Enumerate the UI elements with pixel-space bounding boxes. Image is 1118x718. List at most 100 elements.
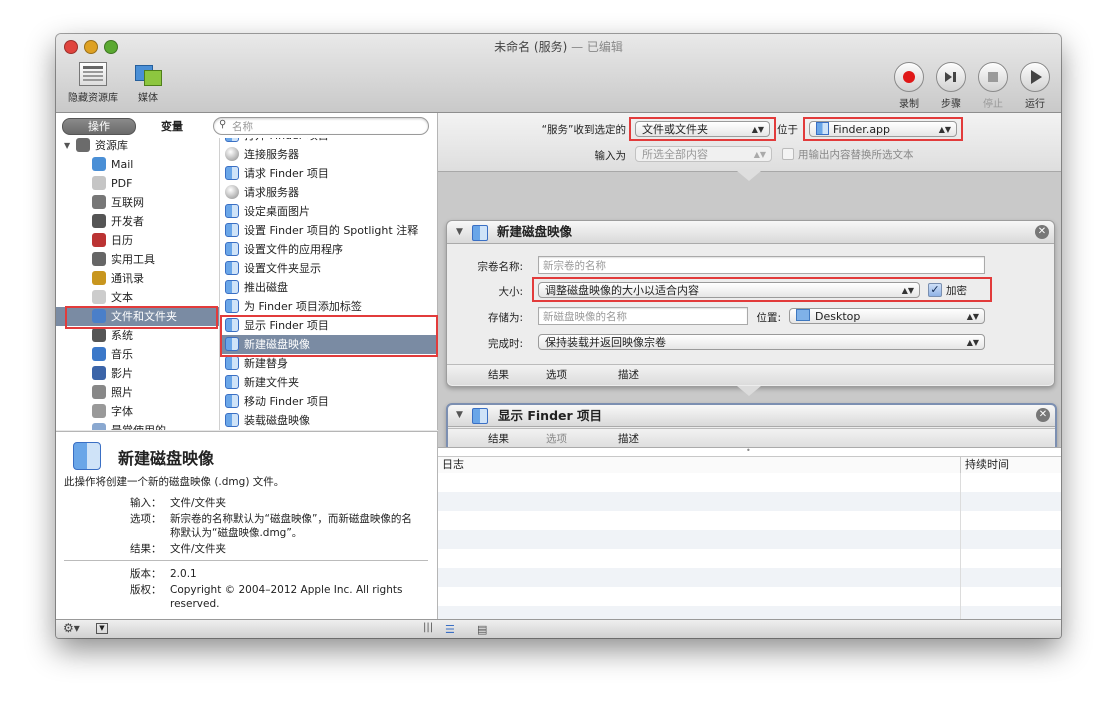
close-icon[interactable]: ✕: [1035, 225, 1049, 239]
automator-window: 未命名 (服务) — 已编辑 隐藏资源库 媒体 录制 步骤 停止 运行 操作 变…: [56, 34, 1061, 638]
library-pane: 操作 变量 ⚲ 名称 ▼ 资源库 Mail PDF 互联网 开发者 日历 实用工具 通讯录 文本 文件…: [56, 113, 438, 430]
action-list-item[interactable]: 连接服务器: [220, 145, 437, 164]
tab-description[interactable]: 描述: [618, 365, 639, 385]
action-reveal-finder-items[interactable]: ▼ 显示 Finder 项目 ✕ 结果 选项 描述: [446, 403, 1057, 452]
volume-name-placeholder: 新宗卷的名称: [543, 260, 606, 272]
category-label: 照片: [111, 386, 133, 399]
action-list-item[interactable]: 设置文件夹显示: [220, 259, 437, 278]
input-is-value: 所选全部内容: [642, 148, 708, 161]
category-item[interactable]: 实用工具: [56, 250, 219, 269]
finder-icon: [225, 204, 239, 218]
action-list-item[interactable]: 打开 Finder 项目: [220, 138, 437, 145]
stop-button[interactable]: 停止: [975, 62, 1011, 110]
category-item[interactable]: 开发者: [56, 212, 219, 231]
tab-options[interactable]: 选项: [546, 365, 567, 385]
volume-name-field[interactable]: 新宗卷的名称: [538, 256, 985, 274]
category-item[interactable]: 通讯录: [56, 269, 219, 288]
finder-icon: [472, 408, 488, 424]
action-list-item[interactable]: 请求服务器: [220, 183, 437, 202]
when-done-popup[interactable]: 保持装载并返回映像宗卷 ▲▼: [538, 334, 985, 350]
action-list-item[interactable]: 移动 Finder 项目: [220, 392, 437, 411]
hide-library-button[interactable]: 隐藏资源库: [64, 62, 122, 104]
step-button[interactable]: 步骤: [933, 62, 969, 110]
disclosure-triangle-icon[interactable]: ▼: [64, 138, 70, 155]
category-item[interactable]: 照片: [56, 383, 219, 402]
media-button[interactable]: 媒体: [128, 62, 168, 104]
category-item[interactable]: 音乐: [56, 345, 219, 364]
action-list-item[interactable]: 推出磁盘: [220, 278, 437, 297]
action-label: 推出磁盘: [244, 281, 288, 294]
action-label: 设置文件夹显示: [244, 262, 321, 275]
duration-column-header[interactable]: 持续时间: [965, 457, 1009, 473]
tab-results[interactable]: 结果: [488, 365, 509, 385]
log-column-header[interactable]: 日志: [442, 457, 464, 473]
input-is-label: 输入为: [594, 150, 627, 162]
movies-icon: [92, 366, 106, 380]
contacts-icon: [92, 271, 106, 285]
system-icon: [92, 328, 106, 342]
action-new-disk-image[interactable]: ▼ 新建磁盘映像 ✕ 宗卷名称: 新宗卷的名称 大小: 调整磁盘映像的大小以适合…: [446, 220, 1055, 387]
gear-icon[interactable]: ⚙▾: [63, 621, 80, 635]
category-item[interactable]: PDF: [56, 174, 219, 193]
action-label: 请求 Finder 项目: [244, 167, 329, 180]
where-popup[interactable]: Desktop ▲▼: [789, 308, 985, 324]
category-item[interactable]: Mail: [56, 155, 219, 174]
description-divider: [64, 560, 428, 561]
tab-actions[interactable]: 操作: [62, 118, 136, 135]
category-item[interactable]: 日历: [56, 231, 219, 250]
library-icon: [76, 138, 90, 152]
action-list-item[interactable]: 为 Finder 项目添加标签: [220, 297, 437, 316]
developer-icon: [92, 214, 106, 228]
category-item[interactable]: 文本: [56, 288, 219, 307]
list-view-icon[interactable]: ☰: [445, 623, 455, 636]
tab-results[interactable]: 结果: [488, 429, 509, 449]
split-handle[interactable]: •: [746, 447, 752, 455]
action-footer: 结果 选项 描述: [448, 428, 1055, 449]
action-title: 显示 Finder 项目: [498, 408, 603, 423]
volume-name-label: 宗卷名称:: [477, 261, 523, 273]
category-item[interactable]: 字体: [56, 402, 219, 421]
window-title: 未命名 (服务) — 已编辑: [494, 40, 623, 54]
run-button[interactable]: 运行: [1017, 62, 1053, 110]
copyright-value: Copyright © 2004–2012 Apple Inc. All rig…: [170, 584, 403, 610]
action-list-item[interactable]: 设置 Finder 项目的 Spotlight 注释: [220, 221, 437, 240]
category-label: PDF: [111, 177, 133, 190]
close-icon[interactable]: ✕: [1036, 408, 1050, 422]
action-title: 新建磁盘映像: [497, 224, 573, 239]
action-list-item[interactable]: 请求 Finder 项目: [220, 164, 437, 183]
show-description-icon[interactable]: ▼: [96, 623, 108, 634]
disclosure-triangle-icon[interactable]: ▼: [456, 405, 463, 426]
input-label: 输入：: [130, 497, 162, 509]
finder-icon: [225, 223, 239, 237]
category-item[interactable]: 影片: [56, 364, 219, 383]
pane-resize-icon[interactable]: |||: [423, 622, 433, 633]
utilities-icon: [92, 252, 106, 266]
input-is-popup[interactable]: 所选全部内容 ▲▼: [635, 146, 772, 162]
flow-view-icon[interactable]: ▤: [477, 623, 487, 636]
hide-library-label: 隐藏资源库: [68, 93, 118, 104]
category-item[interactable]: 最常使用的: [56, 421, 219, 430]
log-rows: [438, 473, 1061, 620]
action-list-item[interactable]: 装载磁盘映像: [220, 411, 437, 430]
tab-description[interactable]: 描述: [618, 429, 639, 449]
globe-icon: [225, 185, 239, 199]
save-as-field[interactable]: 新磁盘映像的名称: [538, 307, 748, 325]
action-footer: 结果 选项 描述: [447, 364, 1054, 385]
tab-options[interactable]: 选项: [546, 429, 567, 449]
replace-checkbox[interactable]: [782, 148, 794, 160]
disclosure-triangle-icon[interactable]: ▼: [456, 221, 463, 243]
action-list-item[interactable]: 设定桌面图片: [220, 202, 437, 221]
fonts-icon: [92, 404, 106, 418]
tab-variables[interactable]: 变量: [136, 119, 208, 134]
record-button[interactable]: 录制: [891, 62, 927, 110]
category-item[interactable]: 互联网: [56, 193, 219, 212]
search-field[interactable]: ⚲ 名称: [213, 117, 429, 135]
where-value: Desktop: [815, 310, 861, 323]
category-item[interactable]: ▼ 资源库: [56, 138, 219, 155]
result-value: 文件/文件夹: [170, 543, 227, 555]
action-label: 连接服务器: [244, 148, 299, 161]
highlight-files-folders: [65, 306, 218, 329]
action-list-item[interactable]: 设置文件的应用程序: [220, 240, 437, 259]
action-label: 设置 Finder 项目的 Spotlight 注释: [244, 224, 419, 237]
action-list-item[interactable]: 新建文件夹: [220, 373, 437, 392]
